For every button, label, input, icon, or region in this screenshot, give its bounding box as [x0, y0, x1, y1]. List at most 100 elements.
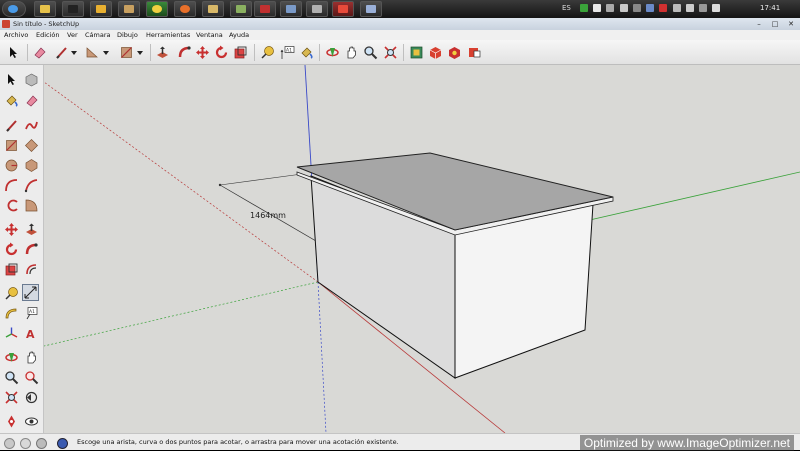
taskbar-app-8-icon[interactable] [306, 1, 328, 17]
rectangle-tool-icon[interactable] [3, 137, 20, 154]
text-tool-icon[interactable]: A1 [23, 305, 40, 322]
move-tool-icon[interactable] [194, 44, 211, 61]
taskbar-app-2-icon[interactable] [62, 1, 84, 17]
3d-text-tool-icon[interactable]: A [23, 325, 40, 342]
menu-ventana[interactable]: Ventana [196, 31, 223, 39]
taskbar-firefox-icon[interactable] [174, 1, 196, 17]
move-tool-icon[interactable] [3, 221, 20, 238]
line-tool-icon[interactable] [53, 44, 70, 61]
minimize-button[interactable]: – [752, 19, 766, 29]
tray-icon[interactable] [606, 4, 615, 12]
tray-icon[interactable] [659, 4, 668, 12]
tray-icon[interactable] [699, 4, 708, 12]
polygon-tool-icon[interactable] [23, 157, 40, 174]
pan-tool-icon[interactable] [23, 349, 40, 366]
follow-me-tool-icon[interactable] [176, 44, 193, 61]
freehand-tool-icon[interactable] [23, 117, 40, 134]
language-indicator[interactable]: ES [562, 4, 571, 12]
previous-view-tool-icon[interactable] [408, 44, 425, 61]
taskbar-clock[interactable]: 17:41 [760, 4, 780, 12]
taskbar-app-4-icon[interactable] [118, 1, 140, 17]
tray-icon[interactable] [593, 4, 602, 12]
two-point-arc-tool-icon[interactable] [23, 177, 40, 194]
tape-measure-tool-icon[interactable] [259, 44, 276, 61]
rotate-tool-icon[interactable] [3, 241, 20, 258]
tray-icon[interactable] [632, 4, 641, 12]
zoom-extents-tool-icon[interactable] [382, 44, 399, 61]
eraser-tool-icon[interactable] [31, 44, 48, 61]
dimension-tool-icon[interactable] [22, 284, 39, 301]
follow-me-tool-icon[interactable] [23, 241, 40, 258]
tape-measure-tool-icon[interactable] [3, 285, 20, 302]
menu-camara[interactable]: Cámara [85, 31, 111, 39]
start-button[interactable] [2, 1, 26, 17]
make-component-tool-icon[interactable] [23, 71, 40, 88]
line-dropdown-chevron-down-icon[interactable] [69, 44, 79, 61]
position-camera-tool-icon[interactable] [3, 413, 20, 430]
help-icon[interactable] [57, 438, 68, 449]
geolocation-icon[interactable] [4, 438, 15, 449]
line-tool-icon[interactable] [3, 117, 20, 134]
dimension-label[interactable]: 1464mm [250, 211, 286, 220]
3d-warehouse-tool-icon[interactable] [427, 44, 444, 61]
arc-tool-icon[interactable] [3, 177, 20, 194]
tray-icon[interactable] [685, 4, 694, 12]
three-point-arc-tool-icon[interactable] [3, 197, 20, 214]
pan-tool-icon[interactable] [343, 44, 360, 61]
user-icon[interactable] [36, 438, 47, 449]
menu-dibujo[interactable]: Dibujo [117, 31, 138, 39]
rotated-rectangle-tool-icon[interactable] [23, 137, 40, 154]
arc-tool-icon[interactable] [84, 44, 101, 61]
menu-ayuda[interactable]: Ayuda [229, 31, 249, 39]
paint-bucket-tool-icon[interactable] [298, 44, 315, 61]
menu-edicion[interactable]: Edición [36, 31, 60, 39]
dimension-tool-icon[interactable]: A1 [279, 44, 296, 61]
shape-tool-icon[interactable] [118, 44, 135, 61]
taskbar-app-7-icon[interactable] [280, 1, 302, 17]
protractor-tool-icon[interactable] [3, 305, 20, 322]
offset-tool-icon[interactable] [23, 261, 40, 278]
orbit-tool-icon[interactable] [324, 44, 341, 61]
zoom-tool-icon[interactable] [3, 369, 20, 386]
look-around-tool-icon[interactable] [23, 413, 40, 430]
eraser-tool-icon[interactable] [23, 92, 40, 109]
rotate-tool-icon[interactable] [213, 44, 230, 61]
orbit-tool-icon[interactable] [3, 349, 20, 366]
push-pull-tool-icon[interactable] [154, 44, 171, 61]
volume-icon[interactable] [712, 4, 721, 12]
menu-ver[interactable]: Ver [67, 31, 78, 39]
sketchup-app-icon[interactable] [2, 20, 10, 28]
menu-herramientas[interactable]: Herramientas [146, 31, 190, 39]
window-title-bar[interactable]: Sin título - SketchUp – □ ✕ [0, 18, 800, 30]
drawing-viewport[interactable]: 1464mm [44, 65, 800, 433]
menu-archivo[interactable]: Archivo [4, 31, 28, 39]
scale-tool-icon[interactable] [3, 261, 20, 278]
pie-tool-icon[interactable] [23, 197, 40, 214]
tray-icon[interactable] [580, 4, 588, 12]
shape-dropdown-chevron-down-icon[interactable] [135, 44, 145, 61]
close-button[interactable]: ✕ [784, 19, 798, 29]
zoom-tool-icon[interactable] [362, 44, 379, 61]
credits-icon[interactable] [20, 438, 31, 449]
tray-icon[interactable] [646, 4, 655, 12]
zoom-window-tool-icon[interactable] [23, 369, 40, 386]
model-scene[interactable]: 1464mm [44, 65, 800, 433]
tray-icon[interactable] [619, 4, 628, 12]
select-tool-icon[interactable] [5, 44, 22, 61]
circle-tool-icon[interactable] [3, 157, 20, 174]
taskbar-app-1-icon[interactable] [34, 1, 56, 17]
previous-view-tool-icon[interactable] [23, 389, 40, 406]
taskbar-chrome-icon[interactable] [146, 1, 168, 17]
taskbar-folder-icon[interactable] [202, 1, 224, 17]
maximize-button[interactable]: □ [768, 19, 782, 29]
extension-warehouse-tool-icon[interactable] [466, 44, 483, 61]
scale-tool-icon[interactable] [232, 44, 249, 61]
taskbar-app-6-icon[interactable] [254, 1, 276, 17]
axes-tool-icon[interactable] [3, 325, 20, 342]
tray-icon[interactable] [672, 4, 681, 12]
taskbar-sketchup-icon[interactable] [332, 1, 354, 17]
taskbar-app-3-icon[interactable] [90, 1, 112, 17]
select-tool-icon[interactable] [3, 71, 20, 88]
push-pull-tool-icon[interactable] [23, 221, 40, 238]
paint-bucket-tool-icon[interactable] [3, 92, 20, 109]
